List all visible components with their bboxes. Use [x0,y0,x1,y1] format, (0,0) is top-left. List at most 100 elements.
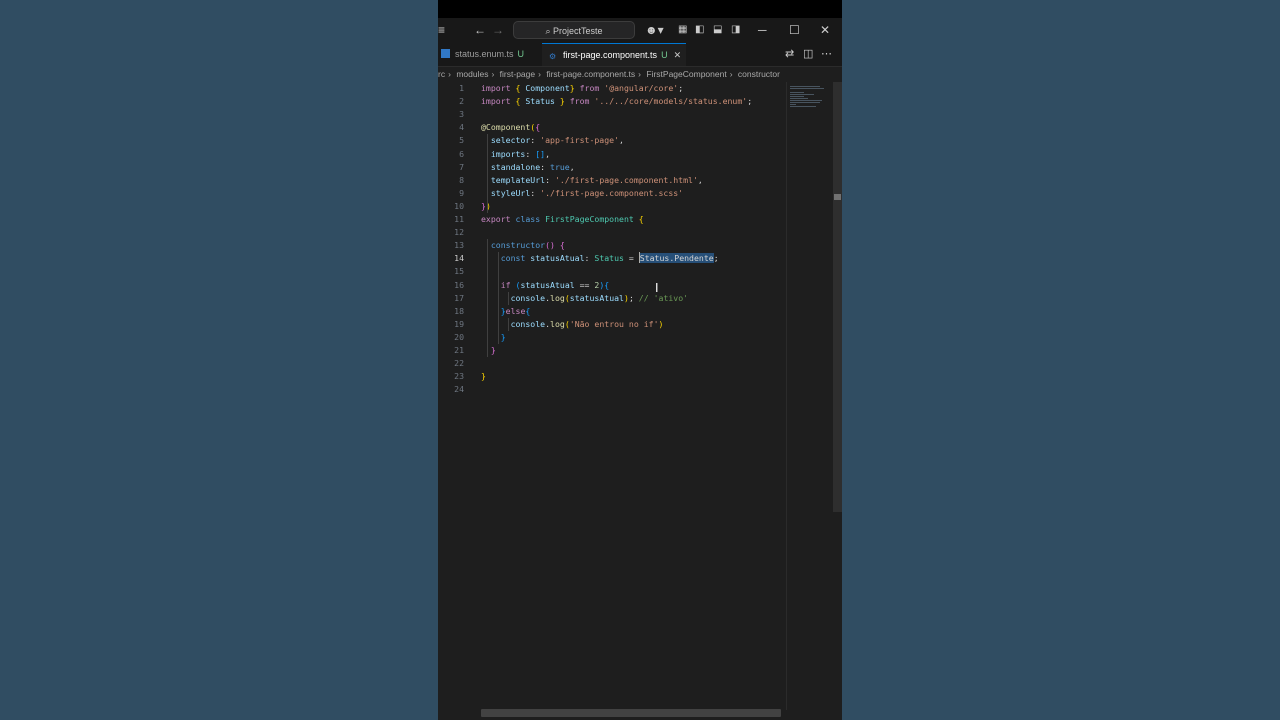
horizontal-scrollbar[interactable] [481,709,781,717]
more-actions-icon[interactable]: ⋯ [821,47,832,60]
code-line[interactable]: styleUrl: './first-page.component.scss' [481,187,683,200]
code-token: '../../core/models/status.enum' [594,96,748,107]
customize-layout-icon[interactable]: ▦ [678,22,687,38]
compare-changes-icon[interactable]: ⇄ [785,47,794,60]
code-token: constructor [481,240,546,251]
code-token: } [481,305,506,316]
code-token: const [481,253,531,264]
vertical-scrollbar[interactable] [833,82,842,512]
command-center-search[interactable]: ⌕ ProjectTeste [513,21,635,39]
tab-first-page-component[interactable]: ⚙ first-page.component.ts U ✕ [542,43,686,66]
breadcrumb-item[interactable]: first-page.component.ts [546,69,635,79]
line-number: 17 [454,292,464,303]
code-line[interactable]: }) [481,200,491,213]
code-line[interactable]: } [481,344,496,357]
code-token: console [481,292,546,303]
tab-status-enum[interactable]: status.enum.ts U [441,43,539,66]
breadcrumb-item[interactable]: constructor [738,69,780,79]
line-number: 1 [459,83,464,93]
code-line[interactable]: export class FirstPageComponent { [481,213,644,226]
code-token: ; [713,253,719,264]
code-line[interactable]: } [481,370,486,383]
code-token: } [569,83,580,93]
indent-guide [487,239,488,358]
minimap-divider [786,82,787,710]
code-token: { [559,240,565,251]
breadcrumb-item[interactable]: modules [456,69,488,79]
toggle-primary-sidebar-icon[interactable]: ◧ [695,22,704,38]
code-editor[interactable]: 1 import { Component} from '@angular/core… [438,82,842,710]
line-number: 20 [454,331,464,342]
desktop-background-left [0,0,438,720]
code-line[interactable]: imports: [], [481,148,550,161]
code-line[interactable]: }else{ [481,305,531,318]
code-token: == [579,279,595,290]
line-number: 5 [459,135,464,146]
code-line[interactable]: selector: 'app-first-page', [481,134,624,147]
line-number: 10 [454,200,464,211]
breadcrumb: rc › modules › first-page › first-page.comp… [438,69,780,79]
indent-guide [508,317,509,331]
minimap[interactable] [790,86,826,116]
code-line[interactable]: constructor() { [481,239,565,252]
code-token: () [545,240,560,251]
indent-guide [498,252,499,344]
split-editor-icon[interactable]: ◫ [803,47,813,60]
search-icon: ⌕ [545,26,553,36]
line-number: 9 [459,187,464,198]
line-number: 21 [454,345,464,355]
code-token: } [481,371,486,382]
code-token: statusAtual [530,253,585,264]
code-token: styleUrl [481,187,531,198]
code-token: templateUrl [481,174,546,185]
code-token: log [550,292,565,303]
maximize-button[interactable]: ☐ [789,22,800,38]
code-token: , [697,174,703,185]
toggle-secondary-sidebar-icon[interactable]: ◨ [731,22,740,38]
arrow-right-icon[interactable]: → [492,22,504,38]
code-line[interactable]: templateUrl: './first-page.component.htm… [481,174,703,187]
code-token: 'app-first-page' [540,135,620,146]
code-token: , [569,161,575,172]
line-number: 14 [454,253,464,264]
code-token: console [481,318,546,329]
code-line[interactable]: if (statusAtual == 2){ [481,279,610,292]
code-token: { [525,305,531,316]
line-number: 16 [454,279,464,290]
code-token: [] [535,148,546,159]
code-line[interactable]: import { Status } from '../../core/model… [481,95,752,108]
close-tab-icon[interactable]: ✕ [674,50,682,60]
code-token: // 'ativo' [638,292,689,303]
breadcrumb-item[interactable]: FirstPageComponent [646,69,726,79]
code-line[interactable]: import { Component} from '@angular/core'… [481,82,683,95]
code-token: FirstPageComponent [545,214,639,224]
editor-tabs: status.enum.ts U ⚙ first-page.component.ts… [438,43,842,67]
line-number: 6 [459,148,464,159]
breadcrumb-item[interactable]: rc [438,69,445,79]
line-number: 4 [459,122,464,133]
minimize-button[interactable]: ─ [758,22,767,38]
arrow-left-icon[interactable]: ← [474,22,486,38]
breadcrumb-item[interactable]: first-page [500,69,535,79]
indent-guide [508,291,509,305]
code-token: import [481,83,516,93]
code-token: @Component [481,122,531,133]
line-number: 18 [454,305,464,316]
code-token: : [525,148,536,159]
close-window-button[interactable]: ✕ [820,22,830,38]
code-token: Component [525,83,570,93]
code-token: ) [658,318,664,329]
copilot-icon[interactable]: ☻▾ [645,22,664,38]
code-line[interactable]: const statusAtual: Status = Status.Pende… [481,252,719,265]
tab-label: first-page.component.ts [563,50,658,60]
toggle-panel-icon[interactable]: ⬓ [713,22,722,38]
code-line[interactable]: @Component({ [481,121,540,134]
code-line[interactable]: } [481,331,506,344]
code-token: : [545,174,555,185]
hamburger-icon[interactable]: ≡ [438,22,445,38]
line-number: 3 [459,109,464,120]
line-number: 22 [454,358,464,369]
code-token: log [550,318,565,329]
scrollbar-thumb[interactable] [834,194,841,200]
code-line[interactable]: standalone: true, [481,161,575,174]
